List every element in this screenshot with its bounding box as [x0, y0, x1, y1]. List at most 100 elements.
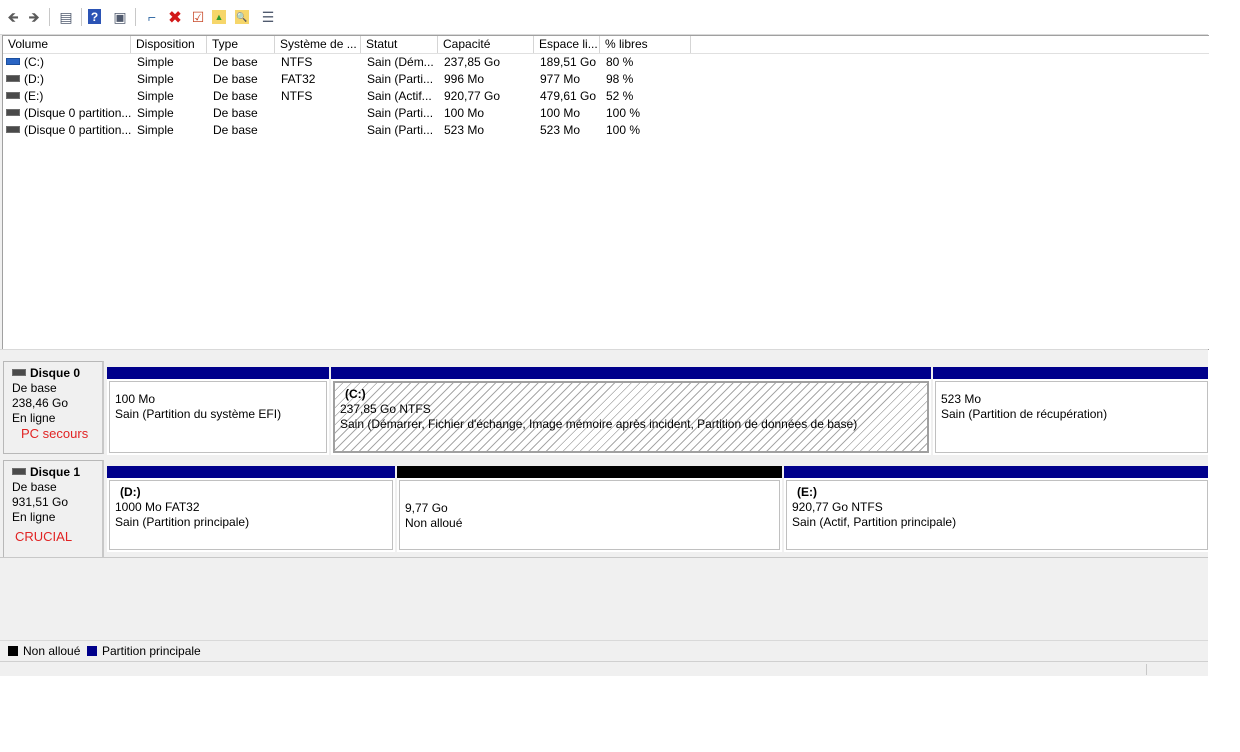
check-button[interactable]: ☑ — [188, 7, 208, 27]
pct-libres-cell: 80 % — [606, 55, 634, 69]
disk-1-card[interactable]: Disque 1 De base 931,51 Go En ligne CRUC… — [3, 460, 104, 558]
partition-status: Sain (Actif, Partition principale) — [792, 515, 957, 529]
disk-icon — [6, 92, 20, 100]
partition-size: 920,77 Go NTFS — [792, 500, 883, 514]
disk-icon — [12, 369, 26, 377]
partition-status: Non alloué — [405, 516, 463, 530]
capacite-cell: 920,77 Go — [444, 89, 501, 103]
column-header-filesystem[interactable]: Système de ... — [275, 36, 361, 53]
espace-libre-cell: 523 Mo — [540, 123, 581, 137]
disk-0-size: 238,46 Go — [12, 396, 69, 410]
volume-cell: (E:) — [6, 88, 131, 105]
volume-list-header: Volume Disposition Type Système de ... S… — [3, 36, 1209, 54]
disk-icon — [6, 75, 20, 83]
table-row[interactable]: (Disque 0 partition... Simple De base Sa… — [3, 105, 703, 122]
partition-size: 100 Mo — [115, 392, 156, 406]
status-bar-divider — [1146, 664, 1147, 675]
partition-body: (C:) 237,85 Go NTFS Sain (Démarrer, Fich… — [333, 381, 929, 453]
legend-swatch-primary — [87, 646, 97, 656]
disposition-cell: Simple — [137, 89, 174, 103]
column-header-disposition[interactable]: Disposition — [131, 36, 207, 53]
toolbar: 🡸 🡺 ▤ ? ▣ ⌐ ✖ ☑ ▲ 🔍 ☰ — [0, 0, 1208, 35]
volume-cell: (D:) — [6, 71, 131, 88]
delete-button[interactable]: ✖ — [165, 7, 185, 27]
disk-1-size: 931,51 Go — [12, 495, 69, 509]
disk-1-note: CRUCIAL — [15, 529, 73, 544]
type-cell: De base — [213, 89, 258, 103]
partition-size: 237,85 Go NTFS — [340, 402, 431, 416]
partition-recovery[interactable]: 523 Mo Sain (Partition de récupération) — [933, 367, 1208, 455]
partition-body: 523 Mo Sain (Partition de récupération) — [935, 381, 1208, 453]
partition-status: Sain (Partition du système EFI) — [115, 407, 282, 421]
column-header-volume[interactable]: Volume — [3, 36, 131, 53]
partition-label: (D:) — [120, 485, 141, 499]
disk-1-kind: De base — [12, 480, 57, 494]
table-row[interactable]: (Disque 0 partition... Simple De base Sa… — [3, 122, 703, 139]
properties-panel-button[interactable]: ▣ — [110, 7, 130, 27]
disk-0-note: PC secours — [21, 426, 89, 441]
partition-c[interactable]: (C:) 237,85 Go NTFS Sain (Démarrer, Fich… — [331, 367, 931, 455]
properties-button[interactable]: ☰ — [258, 7, 278, 27]
column-header-statut[interactable]: Statut — [361, 36, 438, 53]
forward-button[interactable]: 🡺 — [24, 7, 44, 27]
volume-cell: (C:) — [6, 54, 131, 71]
column-header-capacite[interactable]: Capacité — [438, 36, 534, 53]
column-header-espace-libre[interactable]: Espace li... — [534, 36, 600, 53]
toolbar-separator — [49, 8, 50, 26]
search-folder-button[interactable]: 🔍 — [235, 10, 249, 24]
filesystem-cell: NTFS — [281, 55, 313, 69]
toolbar-separator — [135, 8, 136, 26]
partition-unallocated[interactable]: 9,77 Go Non alloué — [397, 466, 782, 552]
console-tree-button[interactable]: ▤ — [56, 7, 76, 27]
disk-0-title: Disque 0 — [12, 366, 102, 381]
disk-0-card[interactable]: Disque 0 De base 238,46 Go En ligne PC s… — [3, 361, 104, 454]
statut-cell: Sain (Actif... — [367, 89, 432, 103]
disk-management-window: 🡸 🡺 ▤ ? ▣ ⌐ ✖ ☑ ▲ 🔍 ☰ Volume Disposition… — [0, 0, 1209, 676]
volume-list[interactable]: Volume Disposition Type Système de ... S… — [2, 35, 1209, 350]
status-bar — [0, 661, 1208, 676]
disk-icon — [6, 126, 20, 134]
table-row[interactable]: (D:) Simple De base FAT32 Sain (Parti...… — [3, 71, 703, 88]
disposition-cell: Simple — [137, 55, 174, 69]
partition-efi[interactable]: 100 Mo Sain (Partition du système EFI) — [107, 367, 329, 455]
capacite-cell: 523 Mo — [444, 123, 485, 137]
table-row[interactable]: (E:) Simple De base NTFS Sain (Actif... … — [3, 88, 703, 105]
disk-icon — [12, 468, 26, 476]
connect-disk-button[interactable]: ⌐ — [142, 7, 162, 27]
pct-libres-cell: 100 % — [606, 106, 641, 120]
arrow-left-icon: 🡸 — [7, 9, 19, 25]
partition-label: (E:) — [797, 485, 817, 499]
help-button[interactable]: ? — [88, 9, 101, 24]
statut-cell: Sain (Parti... — [367, 106, 434, 120]
column-header-type[interactable]: Type — [207, 36, 275, 53]
capacite-cell: 100 Mo — [444, 106, 485, 120]
partition-label: (C:) — [345, 387, 366, 401]
connect-icon: ⌐ — [147, 9, 157, 25]
legend: Non alloué Partition principale — [0, 640, 1208, 661]
arrow-right-icon: 🡺 — [28, 9, 40, 25]
legend-label-primary: Partition principale — [102, 644, 201, 658]
partition-d[interactable]: (D:) 1000 Mo FAT32 Sain (Partition princ… — [107, 466, 395, 552]
statut-cell: Sain (Parti... — [367, 123, 434, 137]
partition-size: 9,77 Go — [405, 501, 448, 515]
espace-libre-cell: 479,61 Go — [540, 89, 597, 103]
partition-e[interactable]: (E:) 920,77 Go NTFS Sain (Actif, Partiti… — [784, 466, 1208, 552]
up-folder-button[interactable]: ▲ — [212, 10, 226, 24]
disk-0-state: En ligne — [12, 411, 56, 425]
disposition-cell: Simple — [137, 123, 174, 137]
graph-divider — [0, 557, 1208, 558]
partition-bar — [107, 367, 329, 379]
type-cell: De base — [213, 72, 258, 86]
partition-status: Sain (Partition principale) — [115, 515, 250, 529]
disk-1-state: En ligne — [12, 510, 56, 524]
console-tree-icon: ▤ — [59, 9, 73, 25]
back-button[interactable]: 🡸 — [3, 7, 23, 27]
properties-icon: ☰ — [261, 9, 275, 25]
table-row[interactable]: (C:) Simple De base NTFS Sain (Dém... 23… — [3, 54, 703, 71]
disposition-cell: Simple — [137, 106, 174, 120]
espace-libre-cell: 100 Mo — [540, 106, 581, 120]
disk-icon — [6, 109, 20, 117]
pct-libres-cell: 98 % — [606, 72, 634, 86]
folder-search-icon: 🔍 — [236, 11, 248, 22]
column-header-pct-libres[interactable]: % libres — [600, 36, 691, 53]
